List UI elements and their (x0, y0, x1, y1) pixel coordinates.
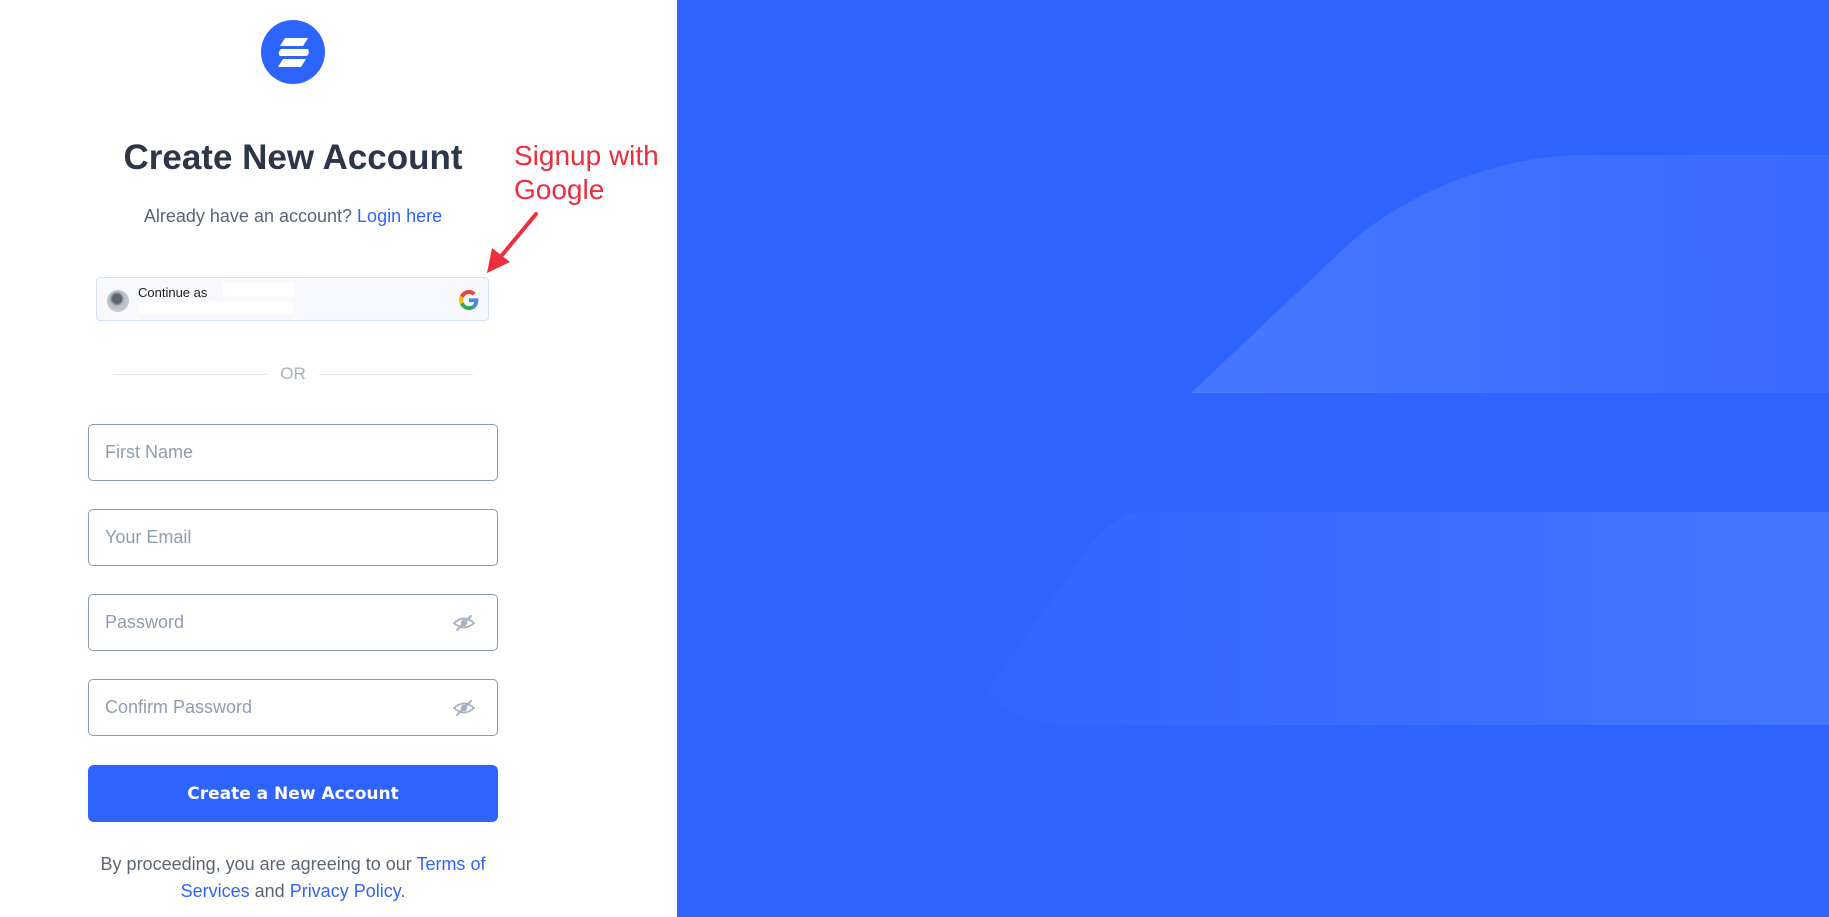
create-account-button[interactable]: Create a New Account (88, 765, 498, 822)
terms-conjunction: and (254, 881, 285, 901)
password-input[interactable] (89, 595, 497, 650)
eye-slash-icon[interactable] (453, 699, 475, 717)
confirm-password-field (88, 679, 498, 736)
divider-line-right (319, 374, 473, 375)
confirm-password-input[interactable] (89, 680, 497, 735)
email-field (88, 509, 498, 566)
password-field (88, 594, 498, 651)
signup-with-google-annotation: Signup with Google (514, 139, 659, 207)
decorative-shapes (987, 155, 1829, 725)
email-input[interactable] (89, 510, 497, 565)
terms-prefix: By proceeding, you are agreeing to our (100, 854, 412, 874)
user-avatar-icon (107, 290, 129, 312)
privacy-policy-link[interactable]: Privacy Policy (290, 881, 401, 901)
lower-swoosh-shape (987, 512, 1829, 725)
redacted-account-name (223, 283, 295, 297)
google-continue-button[interactable]: Continue as (96, 277, 489, 321)
brand-illustration-panel (677, 0, 1829, 917)
google-g-icon (459, 290, 479, 310)
or-divider-label: OR (280, 364, 306, 383)
page-title: Create New Account (123, 138, 463, 177)
annotation-line-1: Signup with (514, 140, 659, 171)
google-continue-label: Continue as (138, 285, 208, 300)
eye-slash-icon[interactable] (453, 614, 475, 632)
first-name-field (88, 424, 498, 481)
terms-suffix: . (400, 881, 406, 901)
annotation-line-2: Google (514, 174, 605, 205)
signup-panel: Create New Account Already have an accou… (0, 0, 677, 917)
login-prompt-text: Already have an account? (143, 206, 353, 226)
brand-logo-stripes-icon (278, 38, 309, 67)
divider-line-left (113, 374, 267, 375)
login-link[interactable]: Login here (357, 206, 442, 226)
brand-logo[interactable] (261, 20, 325, 84)
redacted-account-email (138, 302, 294, 314)
terms-notice: By proceeding, you are agreeing to our T… (78, 851, 508, 905)
first-name-input[interactable] (89, 425, 497, 480)
upper-swoosh-shape (1191, 155, 1829, 393)
red-arrow-icon (487, 212, 538, 273)
